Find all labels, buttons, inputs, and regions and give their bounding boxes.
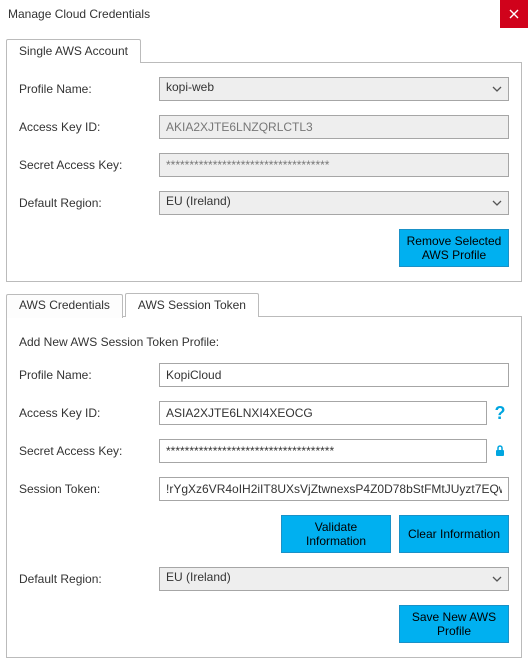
session-region-value: EU (Ireland) xyxy=(166,570,231,584)
help-icon[interactable]: ? xyxy=(491,403,509,424)
chevron-down-icon xyxy=(486,192,508,214)
tab-single-aws-account[interactable]: Single AWS Account xyxy=(6,39,141,63)
remove-profile-button[interactable]: Remove Selected AWS Profile xyxy=(399,229,509,267)
validate-label: Validate Information xyxy=(286,520,386,549)
clear-label: Clear Information xyxy=(408,527,500,541)
chevron-down-icon xyxy=(486,78,508,100)
titlebar: Manage Cloud Credentials xyxy=(0,0,528,28)
window-title: Manage Cloud Credentials xyxy=(8,7,150,21)
access-key-field xyxy=(159,115,509,139)
region-select[interactable]: EU (Ireland) xyxy=(159,191,509,215)
tab-aws-session-token[interactable]: AWS Session Token xyxy=(125,293,259,317)
remove-profile-label: Remove Selected AWS Profile xyxy=(404,234,504,263)
chevron-down-icon xyxy=(486,568,508,590)
save-profile-label: Save New AWS Profile xyxy=(404,610,504,639)
session-heading: Add New AWS Session Token Profile: xyxy=(19,335,509,349)
session-secret-key-input[interactable] xyxy=(159,439,487,463)
tab-aws-credentials[interactable]: AWS Credentials xyxy=(6,294,123,318)
session-region-label: Default Region: xyxy=(19,572,159,586)
region-value: EU (Ireland) xyxy=(166,194,231,208)
profile-name-select[interactable]: kopi-web xyxy=(159,77,509,101)
session-token-input[interactable] xyxy=(159,477,509,501)
validate-button[interactable]: Validate Information xyxy=(281,515,391,553)
session-profile-name-input[interactable] xyxy=(159,363,509,387)
session-profile-name-label: Profile Name: xyxy=(19,368,159,382)
secret-key-field xyxy=(159,153,509,177)
session-region-select[interactable]: EU (Ireland) xyxy=(159,567,509,591)
session-access-key-label: Access Key ID: xyxy=(19,406,159,420)
region-label: Default Region: xyxy=(19,196,159,210)
access-key-label: Access Key ID: xyxy=(19,120,159,134)
secret-key-label: Secret Access Key: xyxy=(19,158,159,172)
single-account-section: Single AWS Account Profile Name: kopi-we… xyxy=(6,38,522,282)
close-icon xyxy=(509,9,519,19)
clear-button[interactable]: Clear Information xyxy=(399,515,509,553)
profile-name-label: Profile Name: xyxy=(19,82,159,96)
session-access-key-input[interactable] xyxy=(159,401,487,425)
close-button[interactable] xyxy=(500,0,528,28)
profile-name-value: kopi-web xyxy=(166,80,214,94)
session-secret-key-label: Secret Access Key: xyxy=(19,444,159,458)
session-token-label: Session Token: xyxy=(19,482,159,496)
session-token-section: AWS Credentials AWS Session Token Add Ne… xyxy=(6,292,522,658)
save-profile-button[interactable]: Save New AWS Profile xyxy=(399,605,509,643)
lock-icon[interactable] xyxy=(491,444,509,458)
